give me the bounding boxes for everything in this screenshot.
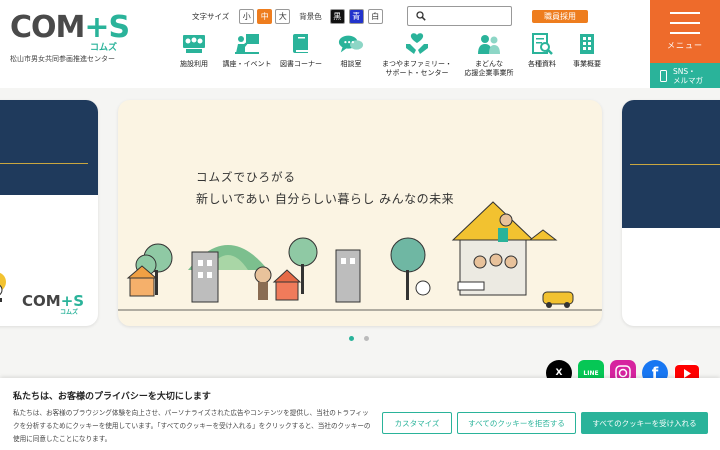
nav-label-line1: まつやまファミリー・ — [382, 60, 452, 68]
hero-carousel: COM+S コムズ コムズでひろがる 新しいであい 自分らしい暮らし みんなの未… — [0, 100, 720, 328]
site-header: COM+S コムズ 松山市男女共同参画推進センター 文字サイズ 小 中 大 背景… — [0, 0, 720, 88]
cookie-description: 私たちは、お客様のブラウジング体験を向上させ、パーソナライズされた広告やコンテン… — [13, 409, 371, 443]
font-size-label: 文字サイズ — [192, 11, 230, 21]
carousel-dot-2[interactable] — [364, 336, 369, 341]
cookie-consent-banner: 私たちは、お客様のプライバシーを大切にします 私たちは、お客様のブラウジング体験… — [0, 378, 720, 450]
accept-all-button[interactable]: すべてのクッキーを受け入れる — [581, 412, 708, 434]
nav-item-facility[interactable]: 施設利用 — [170, 32, 218, 78]
slide-gold-line — [0, 163, 88, 164]
customize-button[interactable]: カスタマイズ — [382, 412, 452, 434]
nav-label-line2: サポート・センター — [385, 69, 449, 77]
font-size-medium-button[interactable]: 中 — [257, 8, 273, 24]
nav-item-consultation[interactable]: 相談室 — [326, 32, 376, 78]
bg-color-label: 背景色 — [299, 11, 322, 21]
sns-label-line2: メルマガ — [673, 75, 703, 85]
bg-blue-button[interactable]: 青 — [348, 8, 364, 24]
search-input[interactable] — [430, 11, 510, 21]
nav-label: 事業概要 — [573, 60, 601, 68]
chat-bubble-icon — [338, 32, 364, 56]
nav-label: 施設利用 — [180, 60, 208, 68]
hamburger-icon — [670, 12, 700, 34]
building-icon — [574, 32, 600, 56]
group-icon — [476, 32, 502, 56]
nav-item-overview[interactable]: 事業概要 — [564, 32, 610, 78]
nav-label: 各種資料 — [528, 60, 556, 68]
main-nav: 施設利用 講座・イベント 図書コーナー 相談室 まつやまファミリー・ サポート・… — [170, 32, 610, 78]
site-search — [407, 6, 512, 26]
nav-item-lectures[interactable]: 講座・イベント — [218, 32, 276, 78]
slide-logo-sub: コムズ — [60, 309, 79, 316]
people-meeting-icon — [181, 32, 207, 56]
hero-tagline: コムズでひろがる — [196, 170, 296, 184]
nav-label: 相談室 — [340, 60, 362, 68]
nav-label: 図書コーナー — [280, 60, 322, 68]
sns-label-line1: SNS・ — [673, 66, 696, 76]
carousel-slide-active[interactable]: コムズでひろがる 新しいであい 自分らしい暮らし みんなの未来 — [118, 100, 602, 326]
carousel-pagination — [349, 336, 379, 341]
character-illustration — [0, 272, 6, 302]
font-size-large-button[interactable]: 大 — [275, 8, 291, 24]
slide-gold-line — [630, 164, 720, 165]
accessibility-toolbar: 文字サイズ 小 中 大 背景色 黒 青 白 — [192, 8, 387, 24]
nav-item-materials[interactable]: 各種資料 — [520, 32, 564, 78]
site-logo[interactable]: COM+S コムズ 松山市男女共同参画推進センター — [10, 12, 130, 64]
nav-label: 講座・イベント — [222, 60, 272, 68]
search-icon[interactable] — [416, 11, 426, 21]
cookie-title: 私たちは、お客様のプライバシーを大切にします — [13, 392, 211, 402]
bg-black-button[interactable]: 黒 — [329, 8, 345, 24]
carousel-dot-1[interactable] — [349, 336, 354, 341]
slide-navy-band — [0, 100, 98, 195]
smartphone-icon — [660, 69, 667, 82]
document-search-icon — [529, 32, 555, 56]
book-icon — [288, 32, 314, 56]
menu-button[interactable]: メニュー — [650, 0, 720, 63]
font-size-small-button[interactable]: 小 — [239, 8, 255, 24]
logo-subtitle: コムズ — [90, 43, 118, 53]
lecture-icon — [234, 32, 260, 56]
menu-label: メニュー — [667, 41, 703, 50]
logo-caption: 松山市男女共同参画推進センター — [10, 55, 115, 63]
recruit-button[interactable]: 職員採用 — [532, 10, 588, 23]
helping-hands-icon — [404, 32, 430, 56]
nav-item-library[interactable]: 図書コーナー — [276, 32, 326, 78]
nav-label-line1: まどんな — [475, 60, 503, 68]
carousel-slide-next[interactable] — [622, 100, 720, 326]
nav-item-family-support[interactable]: まつやまファミリー・ サポート・センター — [376, 32, 458, 78]
reject-all-button[interactable]: すべてのクッキーを拒否する — [457, 412, 576, 434]
town-illustration — [118, 201, 602, 311]
nav-label-line2: 応援企業事業所 — [464, 69, 514, 77]
bg-white-button[interactable]: 白 — [367, 8, 383, 24]
nav-item-madonna[interactable]: まどんな 応援企業事業所 — [458, 32, 520, 78]
carousel-slide-prev[interactable]: COM+S コムズ — [0, 100, 98, 326]
sns-newsletter-button[interactable]: SNS・ メルマガ — [650, 63, 720, 88]
